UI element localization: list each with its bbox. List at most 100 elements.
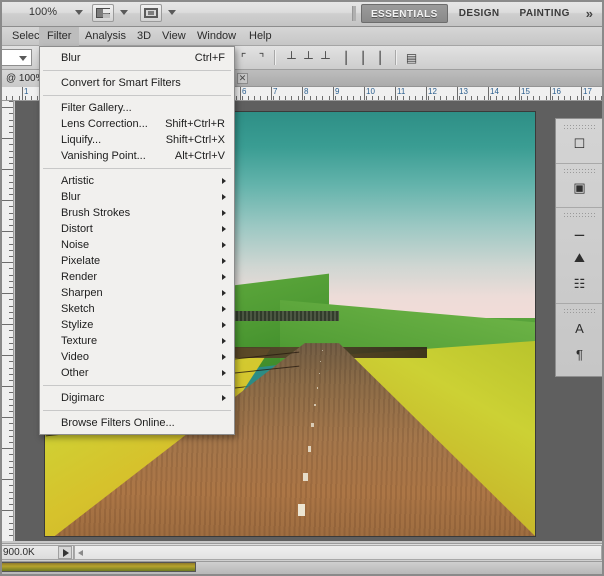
filter-menu-item-distort[interactable]: Distort bbox=[40, 221, 234, 237]
ruler-major-tick bbox=[457, 87, 458, 100]
align-left-edges-icon[interactable]: ┴ bbox=[284, 51, 299, 65]
menu-separator bbox=[43, 410, 231, 411]
filter-menu-item-render[interactable]: Render bbox=[40, 269, 234, 285]
filter-menu-item-browse-filters-online[interactable]: Browse Filters Online... bbox=[40, 415, 234, 431]
ruler-minor-tick bbox=[260, 96, 261, 100]
character-icon[interactable]: A bbox=[567, 316, 593, 340]
ruler-minor-tick bbox=[31, 96, 32, 100]
distribute-center-icon[interactable]: ⎢ bbox=[357, 51, 372, 65]
tool-preset-combo[interactable] bbox=[0, 49, 32, 66]
menu-item-label: Vanishing Point... bbox=[61, 150, 146, 162]
dock-group-adjustments: ▣ bbox=[556, 165, 603, 208]
zoom-dropdown-caret-icon[interactable] bbox=[75, 10, 83, 15]
ruler-minor-tick bbox=[9, 182, 13, 183]
filter-menu-item-sketch[interactable]: Sketch bbox=[40, 301, 234, 317]
menu-analysis[interactable]: Analysis bbox=[77, 27, 134, 46]
dock-grip-3[interactable] bbox=[564, 213, 595, 217]
ruler-minor-tick bbox=[533, 96, 534, 100]
ruler-label: 9 bbox=[335, 87, 340, 96]
distribute-right-icon[interactable]: ⎢ bbox=[374, 51, 389, 65]
ruler-minor-tick bbox=[347, 96, 348, 100]
filter-menu-item-texture[interactable]: Texture bbox=[40, 333, 234, 349]
align-right-edges-icon[interactable]: ┴ bbox=[318, 51, 333, 65]
menu-window[interactable]: Window bbox=[189, 27, 244, 46]
ruler-minor-tick bbox=[329, 96, 330, 100]
filter-menu-item-blur[interactable]: Blur bbox=[40, 189, 234, 205]
dock-grip-2[interactable] bbox=[564, 169, 595, 173]
menu-item-label: Stylize bbox=[61, 319, 94, 331]
ruler-major-tick bbox=[0, 417, 13, 418]
workspace-essentials[interactable]: ESSENTIALS bbox=[360, 4, 448, 23]
view-extras-button[interactable] bbox=[140, 4, 162, 22]
workspace-grip[interactable] bbox=[351, 6, 356, 21]
ruler-minor-tick bbox=[9, 516, 13, 517]
ruler-minor-tick bbox=[353, 96, 354, 100]
mini-bridge-icon[interactable]: ☐ bbox=[567, 132, 593, 156]
dock-grip-4[interactable] bbox=[564, 309, 595, 313]
filter-menu-item-digimarc[interactable]: Digimarc bbox=[40, 390, 234, 406]
filter-menu-item-blur[interactable]: Blur Ctrl+F bbox=[40, 50, 234, 66]
paragraph-icon[interactable]: ¶ bbox=[567, 342, 593, 366]
ruler-minor-tick bbox=[391, 96, 392, 100]
dock-group-presets: ⚊ ⛰ ☷ bbox=[556, 209, 603, 304]
auto-align-layers-icon[interactable]: ▤ bbox=[404, 51, 419, 65]
submenu-arrow-icon bbox=[222, 178, 226, 184]
ruler-minor-tick bbox=[304, 96, 305, 100]
zoom-level-field[interactable]: 100% bbox=[16, 4, 70, 21]
ruler-minor-tick bbox=[409, 96, 410, 100]
ruler-major-tick bbox=[0, 200, 13, 201]
dock-grip-1[interactable] bbox=[564, 125, 595, 129]
filter-menu-item-filter-gallery[interactable]: Filter Gallery... bbox=[40, 100, 234, 116]
vertical-ruler[interactable] bbox=[0, 101, 14, 541]
tool-presets-icon[interactable]: ⚊ bbox=[567, 220, 593, 244]
status-menu-arrow-icon[interactable] bbox=[58, 546, 72, 559]
screen-mode-caret-icon[interactable] bbox=[120, 10, 128, 15]
align-vertical-centers-icon[interactable]: ⌝ bbox=[254, 51, 269, 65]
ruler-major-tick bbox=[0, 324, 13, 325]
ruler-minor-tick bbox=[9, 157, 13, 158]
filter-menu-dropdown[interactable]: Blur Ctrl+F Convert for Smart Filters Filte… bbox=[39, 46, 235, 435]
ruler-label: 10 bbox=[366, 87, 375, 96]
brush-presets-icon[interactable]: ⛰ bbox=[567, 246, 593, 270]
ruler-minor-tick bbox=[415, 96, 416, 100]
ruler-minor-tick bbox=[564, 96, 565, 100]
horizontal-scrollbar[interactable] bbox=[74, 545, 602, 560]
ruler-minor-tick bbox=[291, 96, 292, 100]
filter-menu-item-pixelate[interactable]: Pixelate bbox=[40, 253, 234, 269]
filter-menu-item-video[interactable]: Video bbox=[40, 349, 234, 365]
ruler-minor-tick bbox=[310, 96, 311, 100]
workspace-overflow-icon[interactable]: » bbox=[581, 6, 598, 21]
filter-menu-item-noise[interactable]: Noise bbox=[40, 237, 234, 253]
filter-menu-item-lens-correction[interactable]: Lens Correction... Shift+Ctrl+R bbox=[40, 116, 234, 132]
workspace-design[interactable]: DESIGN bbox=[450, 4, 509, 23]
filter-menu-item-artistic[interactable]: Artistic bbox=[40, 173, 234, 189]
adjustments-icon[interactable]: ▣ bbox=[567, 176, 593, 200]
filter-menu-item-other[interactable]: Other bbox=[40, 365, 234, 381]
close-icon[interactable]: ✕ bbox=[237, 73, 248, 84]
workspace-painting[interactable]: PAINTING bbox=[511, 4, 579, 23]
align-horizontal-centers-icon[interactable]: ┴ bbox=[301, 51, 316, 65]
filter-menu-item-vanishing-point[interactable]: Vanishing Point... Alt+Ctrl+V bbox=[40, 148, 234, 164]
options-divider-2 bbox=[395, 50, 397, 65]
scroll-left-icon[interactable] bbox=[78, 550, 83, 556]
ruler-label: 7 bbox=[273, 87, 278, 96]
menu-view[interactable]: View bbox=[154, 27, 194, 46]
menu-help[interactable]: Help bbox=[241, 27, 280, 46]
align-top-edges-icon[interactable]: ⌜ bbox=[236, 51, 251, 65]
view-extras-caret-icon[interactable] bbox=[168, 10, 176, 15]
distribute-left-icon[interactable]: ⎢ bbox=[340, 51, 355, 65]
menu-filter[interactable]: Filter bbox=[39, 27, 80, 46]
filter-menu-item-stylize[interactable]: Stylize bbox=[40, 317, 234, 333]
ruler-major-tick bbox=[0, 138, 13, 139]
ruler-minor-tick bbox=[9, 268, 13, 269]
ruler-minor-tick bbox=[242, 96, 243, 100]
ruler-minor-tick bbox=[9, 523, 13, 524]
layer-comps-icon[interactable]: ☷ bbox=[567, 272, 593, 296]
filter-menu-item-sharpen[interactable]: Sharpen bbox=[40, 285, 234, 301]
filter-menu-item-brush-strokes[interactable]: Brush Strokes bbox=[40, 205, 234, 221]
screen-mode-button[interactable] bbox=[92, 4, 114, 22]
ruler-minor-tick bbox=[9, 368, 13, 369]
ruler-label: 12 bbox=[428, 87, 437, 96]
filter-menu-item-convert-for-smart-filters[interactable]: Convert for Smart Filters bbox=[40, 75, 234, 91]
filter-menu-item-liquify[interactable]: Liquify... Shift+Ctrl+X bbox=[40, 132, 234, 148]
